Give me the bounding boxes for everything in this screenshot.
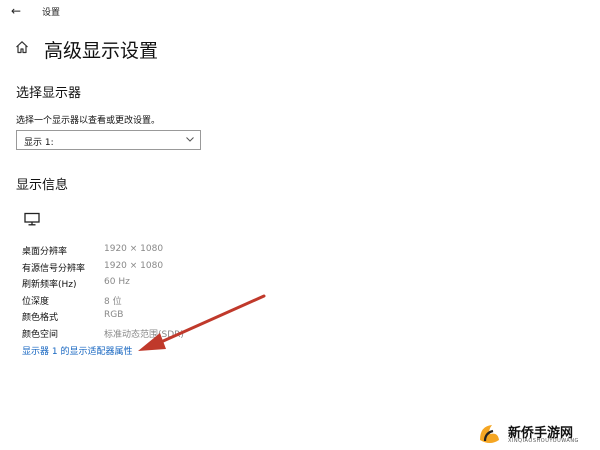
watermark-logo-icon (480, 425, 499, 443)
watermark-subtitle: XINQIAOSHOUYOUWANG (508, 438, 579, 444)
site-watermark: 新侨手游网 XINQIAOSHOUYOUWANG (476, 420, 596, 448)
annotation-arrow (138, 294, 266, 351)
